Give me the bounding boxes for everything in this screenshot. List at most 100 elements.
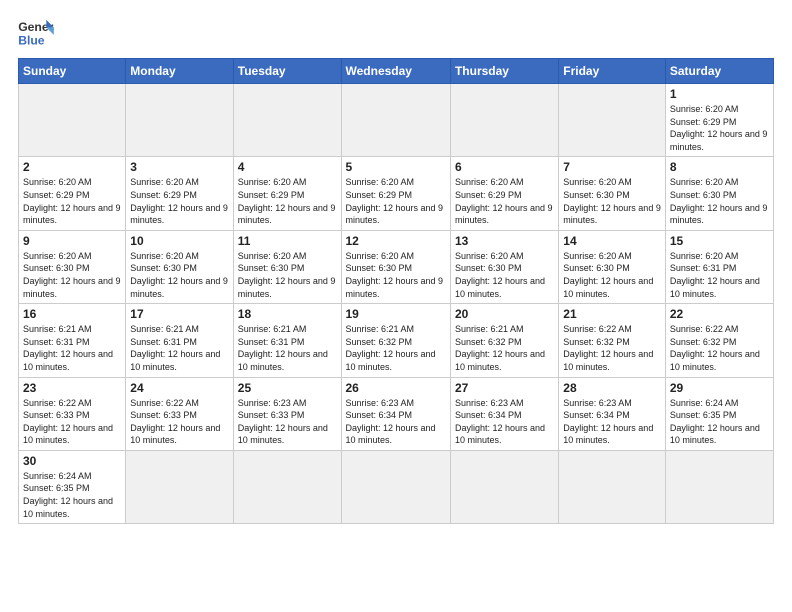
day-number: 8 — [670, 160, 769, 174]
day-info: Sunrise: 6:20 AM Sunset: 6:31 PM Dayligh… — [670, 250, 769, 300]
calendar-cell: 18 Sunrise: 6:21 AM Sunset: 6:31 PM Dayli… — [233, 304, 341, 377]
calendar-cell: 1Sunrise: 6:20 AM Sunset: 6:29 PM Daylig… — [665, 84, 773, 157]
day-number: 15 — [670, 234, 769, 248]
day-info: Sunrise: 6:21 AM Sunset: 6:31 PM Dayligh… — [23, 323, 121, 373]
calendar-cell — [450, 450, 558, 523]
calendar-cell: 8 Sunrise: 6:20 AM Sunset: 6:30 PM Daylig… — [665, 157, 773, 230]
day-info: Sunrise: 6:20 AM Sunset: 6:30 PM Dayligh… — [346, 250, 446, 300]
calendar-cell: 22 Sunrise: 6:22 AM Sunset: 6:32 PM Dayli… — [665, 304, 773, 377]
day-number: 6 — [455, 160, 554, 174]
day-info: Sunrise: 6:22 AM Sunset: 6:33 PM Dayligh… — [23, 397, 121, 447]
day-number: 20 — [455, 307, 554, 321]
calendar-cell: 14Sunrise: 6:20 AM Sunset: 6:30 PM Dayli… — [559, 230, 666, 303]
calendar-cell — [341, 84, 450, 157]
day-info: Sunrise: 6:22 AM Sunset: 6:33 PM Dayligh… — [130, 397, 228, 447]
day-info: Sunrise: 6:21 AM Sunset: 6:32 PM Dayligh… — [455, 323, 554, 373]
day-info: Sunrise: 6:22 AM Sunset: 6:32 PM Dayligh… — [563, 323, 661, 373]
day-number: 7 — [563, 160, 661, 174]
calendar-cell: 3Sunrise: 6:20 AM Sunset: 6:29 PM Daylig… — [126, 157, 233, 230]
header: General Blue — [18, 18, 774, 48]
day-info: Sunrise: 6:20 AM Sunset: 6:30 PM Dayligh… — [563, 176, 661, 226]
day-number: 22 — [670, 307, 769, 321]
calendar-cell: 10 Sunrise: 6:20 AM Sunset: 6:30 PM Dayli… — [126, 230, 233, 303]
calendar-cell: 23 Sunrise: 6:22 AM Sunset: 6:33 PM Dayli… — [19, 377, 126, 450]
day-info: Sunrise: 6:21 AM Sunset: 6:31 PM Dayligh… — [238, 323, 337, 373]
calendar-cell — [233, 84, 341, 157]
day-info: Sunrise: 6:20 AM Sunset: 6:30 PM Dayligh… — [563, 250, 661, 300]
calendar-cell: 25 Sunrise: 6:23 AM Sunset: 6:33 PM Dayli… — [233, 377, 341, 450]
calendar-cell — [665, 450, 773, 523]
weekday-header-saturday: Saturday — [665, 59, 773, 84]
calendar-cell: 26Sunrise: 6:23 AM Sunset: 6:34 PM Dayli… — [341, 377, 450, 450]
day-number: 30 — [23, 454, 121, 468]
day-info: Sunrise: 6:20 AM Sunset: 6:30 PM Dayligh… — [455, 250, 554, 300]
calendar-cell: 16Sunrise: 6:21 AM Sunset: 6:31 PM Dayli… — [19, 304, 126, 377]
calendar-cell — [450, 84, 558, 157]
calendar-cell: 17 Sunrise: 6:21 AM Sunset: 6:31 PM Dayli… — [126, 304, 233, 377]
day-number: 5 — [346, 160, 446, 174]
weekday-header-wednesday: Wednesday — [341, 59, 450, 84]
weekday-header-thursday: Thursday — [450, 59, 558, 84]
calendar-cell: 24 Sunrise: 6:22 AM Sunset: 6:33 PM Dayli… — [126, 377, 233, 450]
day-info: Sunrise: 6:20 AM Sunset: 6:29 PM Dayligh… — [346, 176, 446, 226]
day-number: 9 — [23, 234, 121, 248]
day-info: Sunrise: 6:23 AM Sunset: 6:34 PM Dayligh… — [563, 397, 661, 447]
day-number: 4 — [238, 160, 337, 174]
calendar-cell: 30 Sunrise: 6:24 AM Sunset: 6:35 PM Dayli… — [19, 450, 126, 523]
day-info: Sunrise: 6:24 AM Sunset: 6:35 PM Dayligh… — [23, 470, 121, 520]
calendar-cell: 19 Sunrise: 6:21 AM Sunset: 6:32 PM Dayli… — [341, 304, 450, 377]
logo: General Blue — [18, 18, 54, 48]
day-number: 2 — [23, 160, 121, 174]
day-number: 11 — [238, 234, 337, 248]
day-info: Sunrise: 6:20 AM Sunset: 6:29 PM Dayligh… — [23, 176, 121, 226]
calendar-cell: 28 Sunrise: 6:23 AM Sunset: 6:34 PM Dayli… — [559, 377, 666, 450]
day-number: 24 — [130, 381, 228, 395]
day-number: 3 — [130, 160, 228, 174]
day-number: 21 — [563, 307, 661, 321]
calendar-cell: 27 Sunrise: 6:23 AM Sunset: 6:34 PM Dayli… — [450, 377, 558, 450]
day-info: Sunrise: 6:20 AM Sunset: 6:29 PM Dayligh… — [670, 103, 769, 153]
day-info: Sunrise: 6:23 AM Sunset: 6:34 PM Dayligh… — [455, 397, 554, 447]
page: General Blue SundayMondayTuesdayWednesda… — [0, 0, 792, 612]
day-info: Sunrise: 6:20 AM Sunset: 6:30 PM Dayligh… — [130, 250, 228, 300]
svg-text:Blue: Blue — [18, 33, 45, 47]
day-info: Sunrise: 6:23 AM Sunset: 6:34 PM Dayligh… — [346, 397, 446, 447]
calendar-cell: 7 Sunrise: 6:20 AM Sunset: 6:30 PM Daylig… — [559, 157, 666, 230]
calendar-cell — [341, 450, 450, 523]
day-number: 28 — [563, 381, 661, 395]
day-number: 12 — [346, 234, 446, 248]
day-number: 10 — [130, 234, 228, 248]
calendar-cell: 11 Sunrise: 6:20 AM Sunset: 6:30 PM Dayli… — [233, 230, 341, 303]
day-number: 18 — [238, 307, 337, 321]
day-info: Sunrise: 6:21 AM Sunset: 6:31 PM Dayligh… — [130, 323, 228, 373]
calendar-cell — [233, 450, 341, 523]
day-info: Sunrise: 6:24 AM Sunset: 6:35 PM Dayligh… — [670, 397, 769, 447]
calendar-cell — [126, 84, 233, 157]
day-info: Sunrise: 6:22 AM Sunset: 6:32 PM Dayligh… — [670, 323, 769, 373]
day-info: Sunrise: 6:20 AM Sunset: 6:30 PM Dayligh… — [670, 176, 769, 226]
day-number: 25 — [238, 381, 337, 395]
calendar-cell: 29 Sunrise: 6:24 AM Sunset: 6:35 PM Dayli… — [665, 377, 773, 450]
calendar-cell: 20 Sunrise: 6:21 AM Sunset: 6:32 PM Dayli… — [450, 304, 558, 377]
day-number: 29 — [670, 381, 769, 395]
day-info: Sunrise: 6:20 AM Sunset: 6:30 PM Dayligh… — [238, 250, 337, 300]
day-info: Sunrise: 6:20 AM Sunset: 6:29 PM Dayligh… — [238, 176, 337, 226]
day-info: Sunrise: 6:20 AM Sunset: 6:29 PM Dayligh… — [455, 176, 554, 226]
calendar-cell: 13Sunrise: 6:20 AM Sunset: 6:30 PM Dayli… — [450, 230, 558, 303]
calendar-cell: 9Sunrise: 6:20 AM Sunset: 6:30 PM Daylig… — [19, 230, 126, 303]
calendar-cell — [559, 450, 666, 523]
day-info: Sunrise: 6:21 AM Sunset: 6:32 PM Dayligh… — [346, 323, 446, 373]
day-info: Sunrise: 6:23 AM Sunset: 6:33 PM Dayligh… — [238, 397, 337, 447]
day-number: 17 — [130, 307, 228, 321]
weekday-header-friday: Friday — [559, 59, 666, 84]
day-number: 23 — [23, 381, 121, 395]
calendar-cell: 15 Sunrise: 6:20 AM Sunset: 6:31 PM Dayli… — [665, 230, 773, 303]
calendar-cell: 6 Sunrise: 6:20 AM Sunset: 6:29 PM Daylig… — [450, 157, 558, 230]
weekday-header-tuesday: Tuesday — [233, 59, 341, 84]
weekday-header-sunday: Sunday — [19, 59, 126, 84]
calendar-cell — [559, 84, 666, 157]
calendar-cell: 12 Sunrise: 6:20 AM Sunset: 6:30 PM Dayli… — [341, 230, 450, 303]
day-number: 19 — [346, 307, 446, 321]
calendar-cell: 5 Sunrise: 6:20 AM Sunset: 6:29 PM Daylig… — [341, 157, 450, 230]
day-number: 27 — [455, 381, 554, 395]
